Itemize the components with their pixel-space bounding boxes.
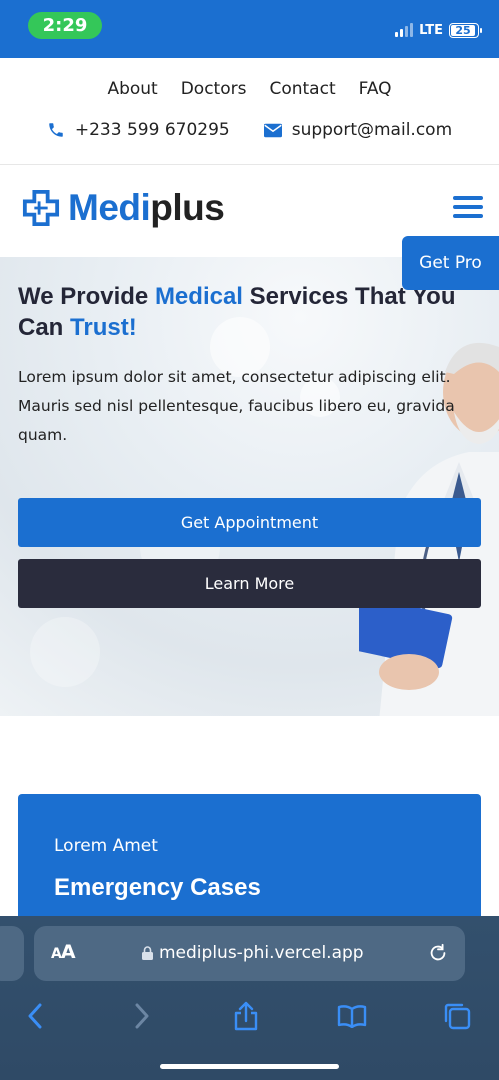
forward-icon <box>135 1003 149 1029</box>
lock-icon <box>142 946 153 960</box>
logo-text: Mediplus <box>68 187 225 229</box>
card-eyebrow: Lorem Amet <box>54 836 158 856</box>
hero-content: We Provide Medical Services That You Can… <box>18 281 488 450</box>
back-button[interactable] <box>15 996 55 1036</box>
reader-settings-button[interactable]: AA <box>51 941 76 963</box>
bookmarks-button[interactable] <box>332 996 372 1036</box>
bokeh-decoration <box>30 617 100 687</box>
hero-title-highlight: Medical <box>154 283 243 310</box>
bookmarks-icon <box>337 1005 367 1028</box>
hamburger-icon <box>453 196 483 200</box>
get-appointment-button[interactable]: Get Appointment <box>18 498 481 547</box>
logo-cross-icon <box>22 189 60 227</box>
hero-description: Lorem ipsum dolor sit amet, consectetur … <box>18 368 455 444</box>
hero-section: We Provide Medical Services That You Can… <box>0 257 499 716</box>
reload-icon[interactable] <box>427 942 449 964</box>
share-icon <box>234 1001 258 1031</box>
nav-link-contact[interactable]: Contact <box>269 79 335 99</box>
card-title: Emergency Cases <box>54 874 261 901</box>
browser-nav-bar <box>0 996 499 1036</box>
nav-link-about[interactable]: About <box>107 79 157 99</box>
get-pro-button[interactable]: Get Pro <box>402 236 499 290</box>
email-link[interactable]: support@mail.com <box>263 120 453 140</box>
phone-icon <box>49 123 63 137</box>
top-nav: About Doctors Contact FAQ +233 599 67029… <box>0 58 499 165</box>
nav-link-doctors[interactable]: Doctors <box>181 79 247 99</box>
back-icon <box>28 1003 42 1029</box>
status-indicators: LTE 25 <box>395 20 482 40</box>
hero-title-highlight: Trust! <box>70 314 137 341</box>
hero-title: We Provide Medical Services That You Can… <box>18 281 488 343</box>
battery-icon: 25 <box>449 22 482 38</box>
network-label: LTE <box>419 22 443 38</box>
logo[interactable]: Mediplus <box>22 187 225 229</box>
url-text: mediplus-phi.vercel.app <box>159 943 364 963</box>
url-display[interactable]: mediplus-phi.vercel.app <box>142 943 364 963</box>
tabs-button[interactable] <box>437 996 477 1036</box>
previous-tab-peek[interactable] <box>0 926 24 981</box>
learn-more-button[interactable]: Learn More <box>18 559 481 608</box>
address-bar[interactable]: AA mediplus-phi.vercel.app <box>34 926 465 981</box>
forward-button[interactable] <box>122 996 162 1036</box>
status-time: 2:29 <box>28 12 102 39</box>
status-bar: 2:29 LTE 25 <box>0 0 499 58</box>
hero-title-part: We Provide <box>18 283 155 310</box>
envelope-icon <box>263 123 282 137</box>
signal-icon <box>395 23 414 37</box>
battery-level: 25 <box>451 24 475 36</box>
browser-toolbar: AA mediplus-phi.vercel.app <box>0 916 499 1080</box>
email-address: support@mail.com <box>291 120 453 140</box>
top-nav-links: About Doctors Contact FAQ <box>0 79 499 99</box>
contact-row: +233 599 670295 support@mail.com <box>0 120 499 140</box>
share-button[interactable] <box>226 996 266 1036</box>
home-indicator[interactable] <box>160 1064 339 1069</box>
logo-text-plus: plus <box>150 187 225 228</box>
tabs-icon <box>444 1003 471 1030</box>
phone-number: +233 599 670295 <box>74 120 230 140</box>
logo-text-medi: Medi <box>68 187 151 228</box>
nav-link-faq[interactable]: FAQ <box>359 79 392 99</box>
hamburger-menu-button[interactable] <box>453 196 483 218</box>
phone-link[interactable]: +233 599 670295 <box>47 120 230 140</box>
